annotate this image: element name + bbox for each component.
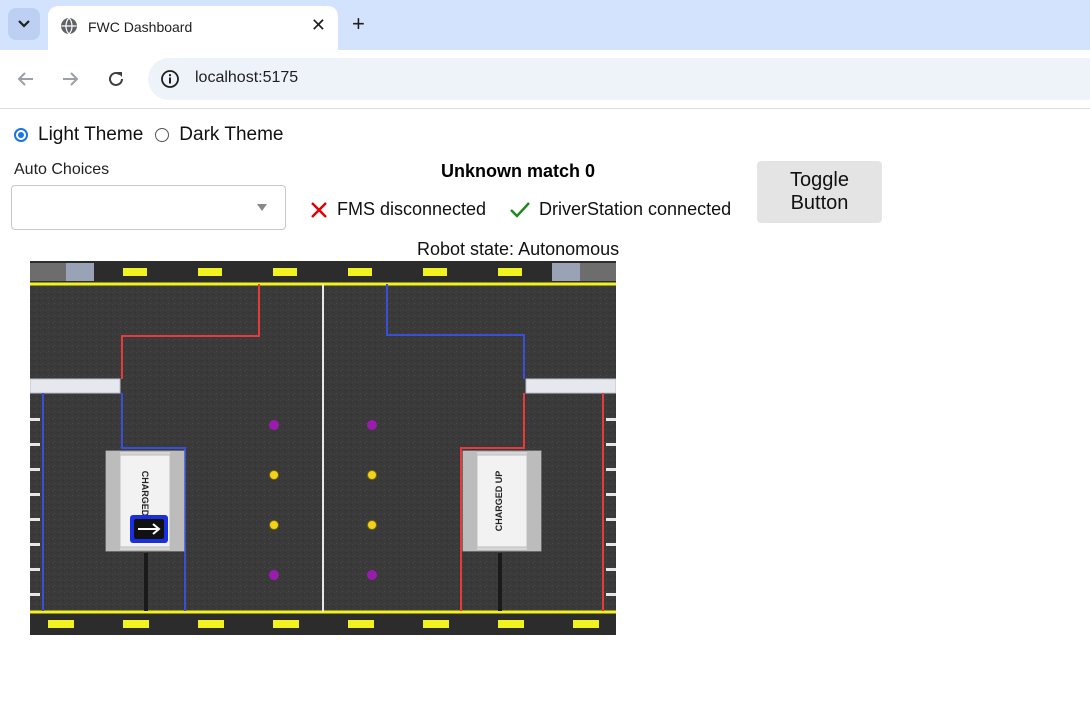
- cube-piece: [367, 570, 377, 580]
- field-bottom-wall: [30, 613, 616, 635]
- cube-piece: [269, 570, 279, 580]
- toggle-button-label-line2: Button: [790, 192, 849, 214]
- field-top-wall: [30, 261, 616, 283]
- globe-icon: [61, 17, 77, 35]
- url-text: localhost:5175: [195, 69, 299, 86]
- reload-icon: [109, 71, 123, 86]
- left-barrier: [30, 378, 121, 394]
- close-tab-icon[interactable]: ✕: [311, 15, 326, 36]
- robot-state-label: Robot state: Autonomous: [417, 239, 620, 259]
- tab-strip: FWC Dashboard ✕ +: [0, 0, 1090, 50]
- x-mark-icon: [311, 201, 327, 218]
- robot-marker[interactable]: [130, 515, 168, 543]
- forward-button[interactable]: [58, 67, 82, 91]
- top-left-fixture-panel: [66, 263, 94, 281]
- dropdown-arrow-icon[interactable]: [257, 204, 267, 211]
- driverstation-status: DriverStation connected: [509, 199, 731, 220]
- cube-piece: [367, 420, 377, 430]
- check-mark-icon: [510, 201, 530, 218]
- back-button[interactable]: [14, 67, 38, 91]
- chevron-down-icon: [18, 20, 30, 28]
- light-theme-radio[interactable]: [14, 128, 28, 142]
- dark-theme-radio[interactable]: [155, 128, 170, 142]
- cone-piece: [367, 520, 377, 530]
- driverstation-status-label: DriverStation connected: [539, 199, 732, 219]
- theme-selector: Light Theme Dark Theme: [14, 124, 295, 146]
- tab-title: FWC Dashboard: [88, 19, 193, 35]
- top-right-fixture-panel: [552, 263, 580, 281]
- toggle-button[interactable]: Toggle Button: [757, 161, 882, 223]
- right-barrier: [525, 378, 616, 394]
- address-bar[interactable]: localhost:5175: [148, 58, 1090, 100]
- right-charge-station-text: CHARGED UP: [494, 471, 504, 532]
- fms-status-label: FMS disconnected: [337, 199, 487, 219]
- toggle-button-label-line1: Toggle: [790, 169, 849, 191]
- arrow-right-icon: [63, 72, 79, 86]
- info-icon[interactable]: [160, 69, 180, 89]
- arrow-left-icon: [17, 72, 33, 86]
- cone-piece: [367, 470, 377, 480]
- auto-choices-label: Auto Choices: [14, 161, 110, 178]
- cube-piece: [269, 420, 279, 430]
- cone-piece: [269, 520, 279, 530]
- dark-theme-label[interactable]: Dark Theme: [179, 124, 283, 146]
- field-map[interactable]: CHARGED UP CHARGED UP: [30, 261, 616, 635]
- auto-choices-select[interactable]: [11, 185, 286, 230]
- reload-button[interactable]: [104, 67, 128, 91]
- new-tab-button[interactable]: +: [352, 12, 365, 36]
- browser-toolbar: localhost:5175: [0, 50, 1090, 109]
- light-theme-label[interactable]: Light Theme: [38, 124, 143, 146]
- browser-tab[interactable]: FWC Dashboard ✕: [48, 6, 338, 50]
- match-title: Unknown match 0: [441, 161, 596, 181]
- fms-status: FMS disconnected: [309, 199, 486, 220]
- tab-search-button[interactable]: [8, 8, 40, 40]
- cone-piece: [269, 470, 279, 480]
